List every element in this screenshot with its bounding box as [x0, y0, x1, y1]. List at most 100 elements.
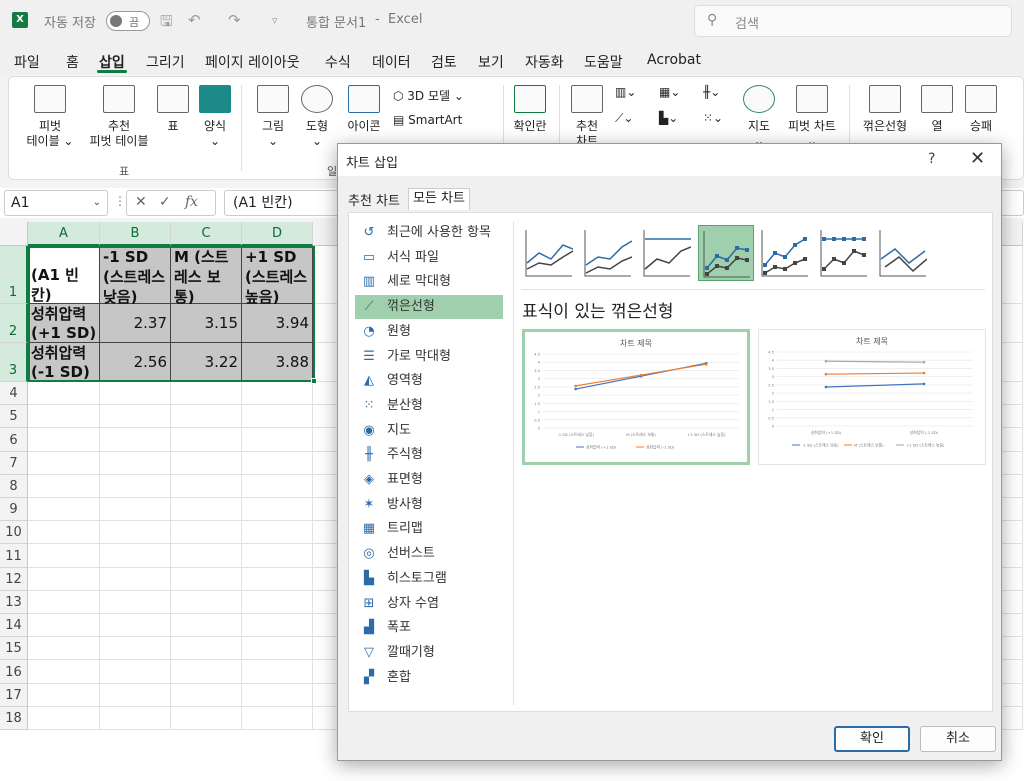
menu-4[interactable]: 페이지 레이아웃 — [205, 52, 300, 72]
cell[interactable] — [28, 382, 100, 406]
chart-category-0[interactable]: ↺ 최근에 사용한 항목 — [355, 221, 503, 245]
cell[interactable] — [242, 683, 313, 707]
row-header[interactable]: 4 — [0, 382, 28, 406]
row-label-cell[interactable]: 성취압력 (-1 SD) — [28, 343, 100, 382]
cell[interactable] — [100, 451, 171, 475]
cell[interactable] — [100, 637, 171, 661]
row-header[interactable]: 14 — [0, 614, 28, 638]
recommended-pivot-button[interactable]: 추천 피벗 테이블 — [81, 85, 157, 149]
column-header[interactable]: B — [100, 222, 171, 246]
cell[interactable] — [171, 567, 242, 591]
cell[interactable] — [100, 498, 171, 522]
customize-qat-icon[interactable]: ▿ — [272, 14, 278, 27]
cell[interactable] — [28, 706, 100, 730]
chart-category-16[interactable]: ▟ 폭포 — [355, 616, 503, 640]
chart-subtype-6[interactable] — [875, 225, 931, 281]
cell[interactable] — [171, 474, 242, 498]
chart-category-9[interactable]: ╫ 주식형 — [355, 443, 503, 467]
name-box[interactable]: A1 ⌄ — [4, 190, 108, 216]
cell[interactable] — [100, 614, 171, 638]
map-chart-button[interactable]: 지도 ⌄ — [739, 85, 779, 149]
row-header[interactable]: 15 — [0, 637, 28, 661]
cell[interactable] — [28, 567, 100, 591]
chart-subtype-5[interactable] — [816, 225, 872, 281]
cell[interactable] — [100, 683, 171, 707]
winloss-sparkline-button[interactable]: 승패 — [959, 85, 1003, 134]
menu-7[interactable]: 검토 — [431, 52, 457, 72]
cell[interactable] — [28, 544, 100, 568]
cell[interactable] — [242, 567, 313, 591]
cell[interactable] — [242, 706, 313, 730]
cell[interactable] — [242, 474, 313, 498]
statistic-chart-dropdown[interactable]: ▙⌄ — [659, 111, 678, 125]
undo-icon[interactable]: ↶ — [188, 11, 201, 29]
chart-category-6[interactable]: ◭ 영역형 — [355, 369, 503, 393]
cell[interactable] — [171, 614, 242, 638]
redo-icon[interactable]: ↷ — [228, 11, 241, 29]
scatter-chart-dropdown[interactable]: ⁙⌄ — [703, 111, 723, 125]
header-cell[interactable]: +1 SD (스트레스 높음) — [242, 246, 313, 304]
cell[interactable] — [171, 706, 242, 730]
chart-category-1[interactable]: ▭ 서식 파일 — [355, 246, 503, 270]
column-sparkline-button[interactable]: 열 — [917, 85, 957, 134]
row-header[interactable]: 8 — [0, 474, 28, 498]
cell[interactable] — [171, 451, 242, 475]
smartart-button[interactable]: ▤ SmartArt — [393, 113, 462, 127]
chart-category-5[interactable]: ☰ 가로 막대형 — [355, 345, 503, 369]
cell[interactable] — [242, 405, 313, 429]
chevron-down-icon[interactable]: ⌄ — [93, 191, 101, 215]
cell[interactable] — [28, 660, 100, 684]
chart-category-15[interactable]: ⊞ 상자 수염 — [355, 592, 503, 616]
row-header[interactable]: 6 — [0, 428, 28, 452]
row-header[interactable]: 16 — [0, 660, 28, 684]
menu-2[interactable]: 삽입 — [99, 52, 125, 72]
forms-button[interactable]: 양식 ⌄ — [195, 85, 235, 149]
value-cell[interactable]: 3.94 — [242, 314, 313, 332]
cell[interactable] — [28, 498, 100, 522]
cell[interactable] — [100, 521, 171, 545]
cell[interactable] — [242, 544, 313, 568]
chart-subtype-4[interactable] — [757, 225, 813, 281]
chart-category-14[interactable]: ▙ 히스토그램 — [355, 567, 503, 591]
row-header[interactable]: 1 — [0, 246, 28, 304]
recommended-charts-button[interactable]: 추천 차트 — [565, 85, 609, 149]
row-header[interactable]: 10 — [0, 521, 28, 545]
cell[interactable] — [100, 382, 171, 406]
cell[interactable] — [28, 521, 100, 545]
checkbox-button[interactable]: 확인란 — [505, 85, 555, 134]
pivot-chart-button[interactable]: 피벗 차트 ⌄ — [781, 85, 843, 149]
value-cell[interactable]: 2.37 — [100, 314, 171, 332]
table-button[interactable]: 표 — [153, 85, 193, 134]
column-header[interactable]: D — [242, 222, 313, 246]
chart-category-17[interactable]: ▽ 깔때기형 — [355, 641, 503, 665]
cell[interactable] — [28, 683, 100, 707]
chart-category-11[interactable]: ✶ 방사형 — [355, 493, 503, 517]
pivot-table-button[interactable]: 피벗 테이블 ⌄ — [17, 85, 83, 149]
chart-preview-2[interactable]: 차트 제목 4.5 4 3.5 3 2.5 2 1.5 1 0.5 0 성취압력 (+1 SD) 성취… — [758, 329, 986, 465]
row-header[interactable]: 3 — [0, 343, 28, 382]
cell[interactable] — [242, 614, 313, 638]
cell[interactable] — [242, 637, 313, 661]
help-icon[interactable]: ? — [928, 151, 935, 167]
cancel-icon[interactable]: ✕ — [135, 194, 147, 210]
cell[interactable] — [28, 428, 100, 452]
chart-category-10[interactable]: ◈ 표면형 — [355, 468, 503, 492]
icons-button[interactable]: 아이콘 — [339, 85, 389, 134]
cell[interactable] — [171, 382, 242, 406]
row-header[interactable]: 5 — [0, 405, 28, 429]
chart-category-4[interactable]: ◔ 원형 — [355, 320, 503, 344]
cell[interactable] — [242, 498, 313, 522]
cell[interactable] — [171, 521, 242, 545]
chart-subtype-0[interactable] — [521, 225, 577, 281]
chart-category-3[interactable]: ⟋ 꺾은선형 — [355, 295, 503, 320]
cell[interactable] — [100, 428, 171, 452]
chart-category-18[interactable]: ▞ 혼합 — [355, 666, 503, 690]
line-sparkline-button[interactable]: 꺾은선형 — [855, 85, 915, 134]
line-chart-dropdown[interactable]: ⟋⌄ — [615, 111, 633, 126]
header-cell[interactable]: (A1 빈칸) — [28, 264, 100, 306]
ok-button[interactable]: 확인 — [834, 726, 910, 752]
hierarchy-chart-dropdown[interactable]: ▦⌄ — [659, 85, 680, 99]
cell[interactable] — [242, 590, 313, 614]
cell[interactable] — [100, 567, 171, 591]
value-cell[interactable]: 3.15 — [171, 314, 242, 332]
